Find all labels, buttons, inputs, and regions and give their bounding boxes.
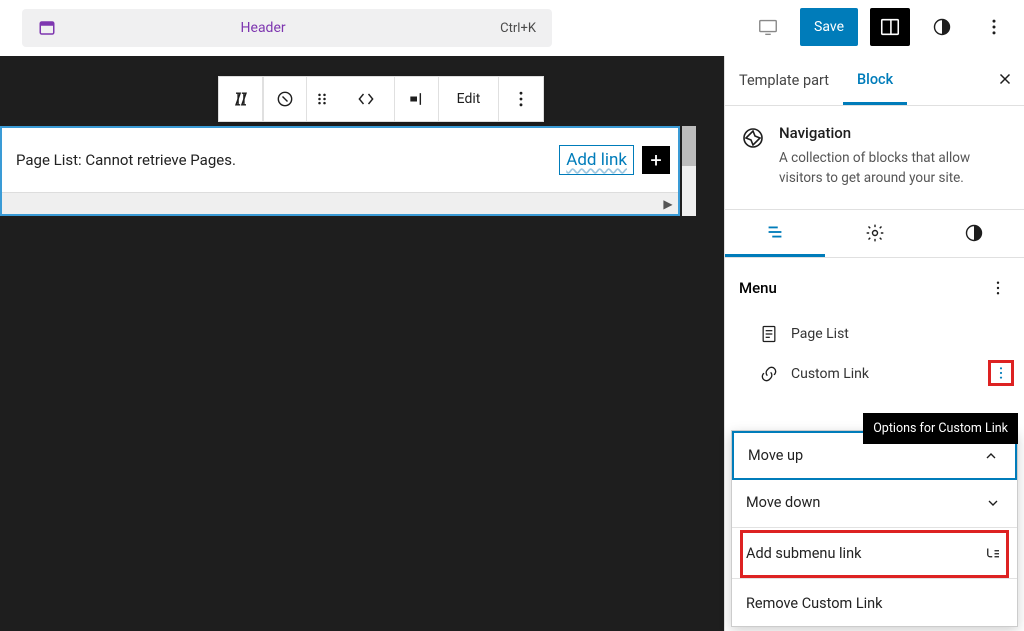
menu-item-label: Page List	[791, 326, 849, 342]
menu-item-page-list[interactable]: Page List	[755, 314, 1010, 354]
navigation-block[interactable]: Page List: Cannot retrieve Pages. Add li…	[0, 126, 680, 216]
chevron-down-icon	[983, 495, 1003, 511]
block-toolbar: Edit	[218, 76, 544, 122]
subtab-styles[interactable]	[924, 210, 1024, 257]
dropdown-remove[interactable]: Remove Custom Link	[732, 581, 1017, 626]
menu-options-button[interactable]	[986, 276, 1010, 300]
document-header-pill[interactable]: Header Ctrl+K	[22, 9, 552, 47]
view-button[interactable]	[748, 7, 788, 47]
dropdown-separator	[732, 578, 1017, 579]
editor-canvas-wrap: Edit Page List: Cannot retrieve Pages. A…	[0, 56, 724, 631]
page-list-text: Page List: Cannot retrieve Pages.	[16, 151, 559, 169]
settings-sidebar: Template part Block Navigation A collect…	[724, 56, 1024, 631]
page-list-icon	[759, 324, 779, 344]
tooltip-custom-link-options: Options for Custom Link	[863, 413, 1018, 444]
canvas-visible-area: Page List: Cannot retrieve Pages. Add li…	[0, 126, 680, 216]
styles-button[interactable]	[922, 7, 962, 47]
save-button[interactable]: Save	[800, 8, 858, 46]
dropdown-separator	[732, 527, 1017, 528]
block-subtabs	[725, 210, 1024, 258]
menu-label: Menu	[739, 279, 777, 297]
dropdown-move-down[interactable]: Move down	[732, 480, 1017, 525]
topbar-actions: Save	[748, 7, 1014, 47]
drag-handle[interactable]	[307, 77, 337, 121]
dropdown-label: Remove Custom Link	[746, 595, 883, 612]
navigation-icon	[741, 126, 765, 150]
tab-block[interactable]: Block	[843, 56, 907, 105]
scroll-right-icon[interactable]: ▶	[658, 197, 678, 211]
scrollbar-thumb[interactable]	[682, 126, 696, 166]
dropdown-label: Add submenu link	[746, 545, 861, 562]
command-shortcut: Ctrl+K	[500, 21, 536, 36]
menu-panel-header: Menu	[725, 258, 1024, 310]
settings-toggle[interactable]	[870, 8, 910, 46]
block-description: A collection of blocks that allow visito…	[779, 148, 1008, 189]
sidebar-tabs: Template part Block	[725, 56, 1024, 106]
move-arrows[interactable]	[337, 77, 395, 121]
add-link-button[interactable]: Add link	[559, 145, 634, 175]
dropdown-label: Move up	[748, 447, 803, 464]
editor-topbar: Header Ctrl+K Save	[0, 0, 1024, 56]
close-sidebar-button[interactable]	[996, 70, 1014, 88]
justify-button[interactable]	[395, 77, 439, 121]
document-title: Header	[26, 20, 500, 36]
custom-link-icon	[759, 364, 779, 384]
submenu-icon	[983, 544, 1003, 562]
horizontal-scrollbar[interactable]: ▶	[2, 192, 678, 214]
subtab-settings[interactable]	[825, 210, 925, 257]
tab-template-part[interactable]: Template part	[725, 56, 843, 105]
nav-block-icon[interactable]	[219, 77, 263, 121]
block-info: Navigation A collection of blocks that a…	[725, 106, 1024, 210]
dropdown-label: Move down	[746, 494, 820, 511]
vertical-scrollbar[interactable]	[682, 126, 696, 216]
custom-link-options-button[interactable]	[988, 360, 1014, 386]
menu-item-custom-link[interactable]: Custom Link	[755, 354, 1010, 394]
more-options-button[interactable]	[974, 7, 1014, 47]
custom-link-dropdown: Move up Move down Add submenu link Remov…	[731, 430, 1018, 627]
block-title: Navigation	[779, 124, 1008, 142]
edit-button[interactable]: Edit	[439, 77, 499, 121]
block-more-options[interactable]	[499, 77, 543, 121]
menu-items-list: Page List Custom Link	[725, 310, 1024, 402]
menu-item-label: Custom Link	[791, 366, 869, 382]
subtab-list-view[interactable]	[725, 210, 825, 257]
add-block-button[interactable]: +	[642, 146, 670, 174]
select-parent-button[interactable]	[263, 77, 307, 121]
dropdown-add-submenu[interactable]: Add submenu link	[732, 530, 1017, 576]
chevron-up-icon	[981, 448, 1001, 464]
